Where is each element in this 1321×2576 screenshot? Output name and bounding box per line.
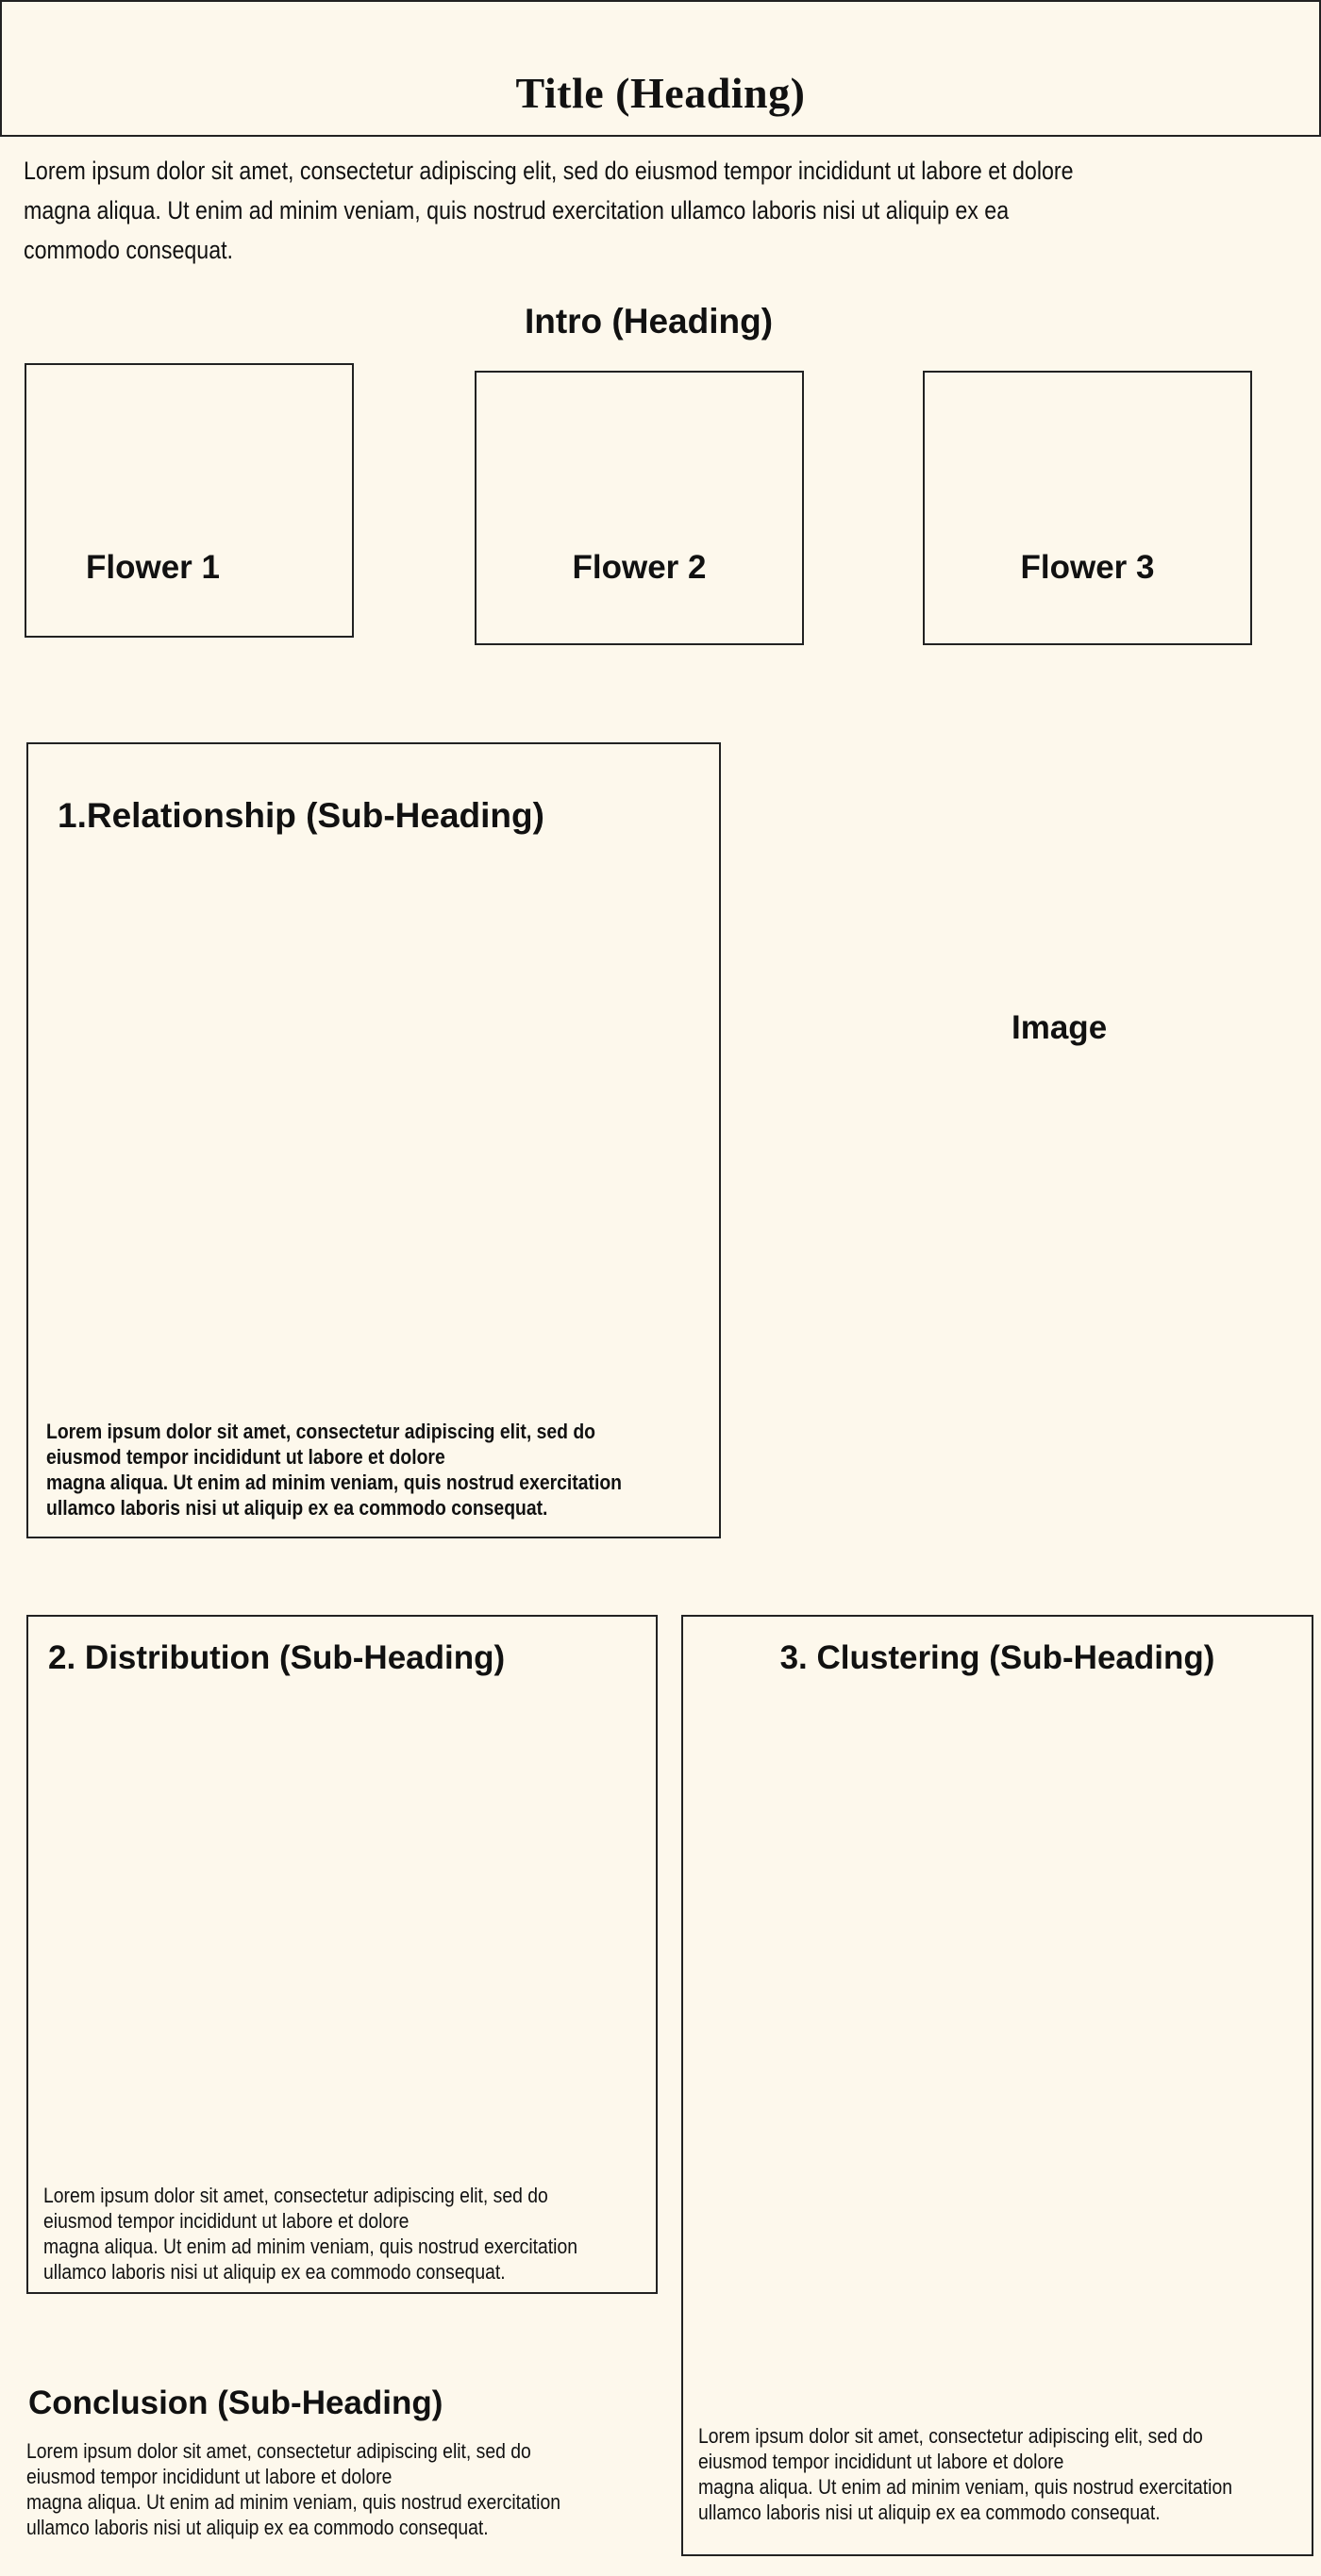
clustering-section: 3. Clustering (Sub-Heading) Lorem ipsum … (681, 1615, 1313, 2556)
relationship-text: Lorem ipsum dolor sit amet, consectetur … (46, 1419, 627, 1521)
flower-label-2: Flower 2 (572, 549, 707, 586)
flower-card-1: Flower 1 (25, 363, 354, 638)
flower-label-3: Flower 3 (1020, 549, 1155, 586)
flower-card-3: Flower 3 (923, 371, 1252, 645)
distribution-heading: 2. Distribution (Sub-Heading) (48, 1639, 506, 1676)
conclusion-text: Lorem ipsum dolor sit amet, consectetur … (26, 2438, 608, 2540)
intro-paragraph-line: Lorem ipsum dolor sit amet, consectetur … (24, 157, 1074, 185)
clustering-text-line: Lorem ipsum dolor sit amet, consectetur … (698, 2424, 1203, 2448)
flower-label-1: Flower 1 (86, 549, 220, 586)
page-title: Title (Heading) (515, 69, 806, 117)
distribution-text-line: Lorem ipsum dolor sit amet, consectetur … (43, 2184, 548, 2207)
intro-paragraph-line: magna aliqua. Ut enim ad minim veniam, q… (24, 196, 1010, 224)
title-box: Title (Heading) (0, 0, 1321, 137)
distribution-text-line: eiusmod tempor incididunt ut labore et d… (43, 2209, 410, 2233)
clustering-text-line: eiusmod tempor incididunt ut labore et d… (698, 2450, 1064, 2473)
relationship-text-line: Lorem ipsum dolor sit amet, consectetur … (46, 1420, 595, 1443)
clustering-text-line: ullamco laboris nisi ut aliquip ex ea co… (698, 2501, 1161, 2524)
clustering-heading: 3. Clustering (Sub-Heading) (779, 1639, 1215, 1676)
conclusion-text-line: eiusmod tempor incididunt ut labore et d… (26, 2465, 393, 2488)
intro-paragraph-line: commodo consequat. (24, 236, 234, 264)
conclusion-heading: Conclusion (Sub-Heading) (28, 2385, 443, 2421)
conclusion-text-line: Lorem ipsum dolor sit amet, consectetur … (26, 2439, 531, 2463)
clustering-text-line: magna aliqua. Ut enim ad minim veniam, q… (698, 2475, 1233, 2499)
flower-card-2: Flower 2 (475, 371, 804, 645)
image-placeholder-label: Image (1012, 1009, 1108, 1046)
relationship-heading: 1.Relationship (Sub-Heading) (58, 796, 544, 835)
distribution-text-line: ullamco laboris nisi ut aliquip ex ea co… (43, 2260, 506, 2284)
intro-heading: Intro (Heading) (524, 302, 774, 341)
intro-paragraph: Lorem ipsum dolor sit amet, consectetur … (24, 151, 1137, 270)
clustering-text: Lorem ipsum dolor sit amet, consectetur … (698, 2423, 1279, 2525)
distribution-text: Lorem ipsum dolor sit amet, consectetur … (43, 2183, 625, 2285)
relationship-text-line: magna aliqua. Ut enim ad minim veniam, q… (46, 1471, 622, 1494)
conclusion-text-line: magna aliqua. Ut enim ad minim veniam, q… (26, 2490, 561, 2514)
relationship-section: 1.Relationship (Sub-Heading) Lorem ipsum… (26, 742, 721, 1538)
relationship-text-line: ullamco laboris nisi ut aliquip ex ea co… (46, 1496, 548, 1520)
distribution-text-line: magna aliqua. Ut enim ad minim veniam, q… (43, 2235, 578, 2258)
conclusion-text-line: ullamco laboris nisi ut aliquip ex ea co… (26, 2516, 489, 2539)
relationship-text-line: eiusmod tempor incididunt ut labore et d… (46, 1445, 445, 1469)
page: { "title": "Title (Heading)", "intro_par… (0, 0, 1321, 2576)
distribution-section: 2. Distribution (Sub-Heading) Lorem ipsu… (26, 1615, 658, 2294)
